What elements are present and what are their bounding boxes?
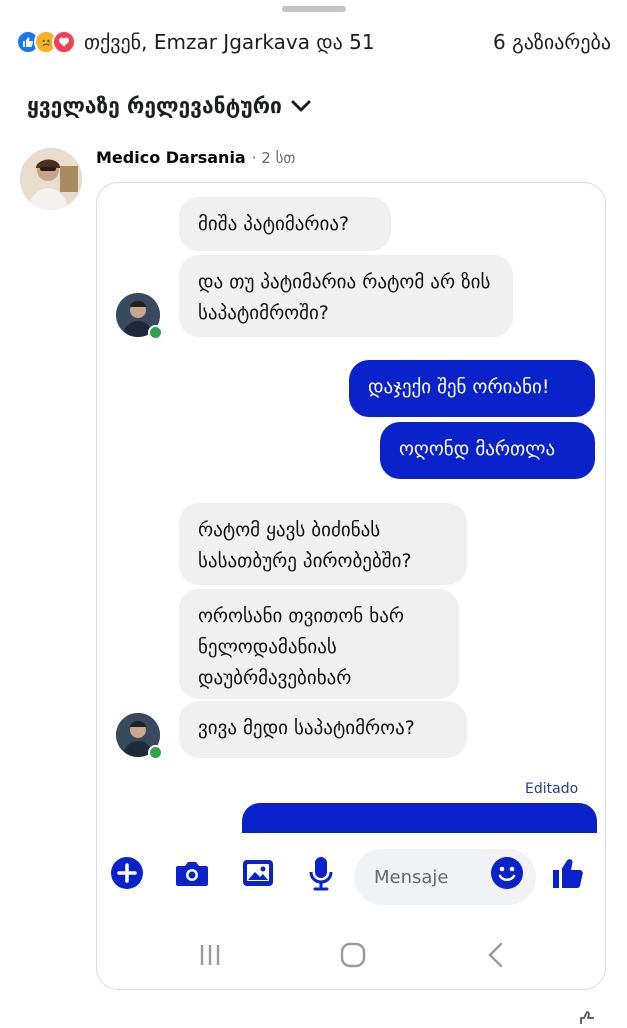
online-status-indicator xyxy=(148,745,163,760)
commenter-name[interactable]: Medico Darsania xyxy=(96,148,246,167)
message-text: ოროსანი თვითონ ხარ ნელოდამანიას დაუბრმავ… xyxy=(198,605,404,689)
camera-icon[interactable] xyxy=(174,855,210,891)
gallery-icon[interactable] xyxy=(240,855,276,891)
reaction-summary[interactable]: თქვენ, Emzar Jgarkava და 51 xyxy=(84,30,375,54)
microphone-icon[interactable] xyxy=(303,855,339,891)
message-outgoing: ოღონდ მართლა xyxy=(380,422,595,479)
message-incoming: და თუ პატიმარია რატომ არ ზის საპატიმროში… xyxy=(179,255,513,337)
message-outgoing-cutoff xyxy=(242,803,597,833)
message-composer xyxy=(97,833,605,913)
comment-sort-dropdown[interactable]: ყველაზე რელევანტური xyxy=(27,94,312,118)
chat-screenshot-attachment[interactable]: მიშა პატიმარია? და თუ პატიმარია რატომ არ… xyxy=(96,182,606,990)
message-incoming: ვივა მედი საპატიმროა? xyxy=(179,701,467,758)
message-text: მიშა პატიმარია? xyxy=(198,213,350,235)
chevron-down-icon xyxy=(291,100,311,112)
comment-time: · 2 სთ xyxy=(251,149,296,167)
message-incoming: ოროსანი თვითონ ხარ ნელოდამანიას დაუბრმავ… xyxy=(179,589,459,699)
message-incoming: რატომ ყავს ბიძინას სასათბურე პირობებში? xyxy=(179,503,467,585)
back-icon[interactable] xyxy=(474,935,518,975)
commenter-avatar[interactable] xyxy=(20,148,82,210)
online-status-indicator xyxy=(148,325,163,340)
sort-label: ყველაზე რელევანტური xyxy=(27,94,282,118)
emoji-icon[interactable] xyxy=(489,855,525,891)
message-text: ვივა მედი საპატიმროა? xyxy=(198,717,415,739)
love-icon xyxy=(52,30,76,54)
thumbs-up-outline-icon[interactable] xyxy=(576,1008,602,1028)
thumbs-up-icon[interactable] xyxy=(550,855,586,891)
comment-header: Medico Darsania · 2 სთ xyxy=(96,148,295,167)
reaction-icons xyxy=(16,30,76,54)
message-text: რატომ ყავს ბიძინას სასათბურე პირობებში? xyxy=(198,519,412,572)
message-text: დაჯექი შენ ორიანი! xyxy=(368,376,550,398)
message-text: და თუ პატიმარია რატომ არ ზის საპატიმროში… xyxy=(198,271,491,324)
message-text: ოღონდ მართლა xyxy=(399,438,556,460)
edited-label: Editado xyxy=(525,781,579,797)
reactions-bar[interactable]: თქვენ, Emzar Jgarkava და 51 6 გაზიარება xyxy=(16,26,611,58)
message-incoming: მიშა პატიმარია? xyxy=(179,197,391,251)
sheet-drag-handle[interactable] xyxy=(282,6,346,12)
message-outgoing: დაჯექი შენ ორიანი! xyxy=(349,360,595,417)
next-item-peek xyxy=(96,1008,102,1024)
recents-icon[interactable] xyxy=(188,935,232,975)
plus-icon[interactable] xyxy=(109,855,145,891)
shares-count[interactable]: 6 გაზიარება xyxy=(493,30,611,54)
home-icon[interactable] xyxy=(331,935,375,975)
android-navigation-bar xyxy=(97,923,605,989)
